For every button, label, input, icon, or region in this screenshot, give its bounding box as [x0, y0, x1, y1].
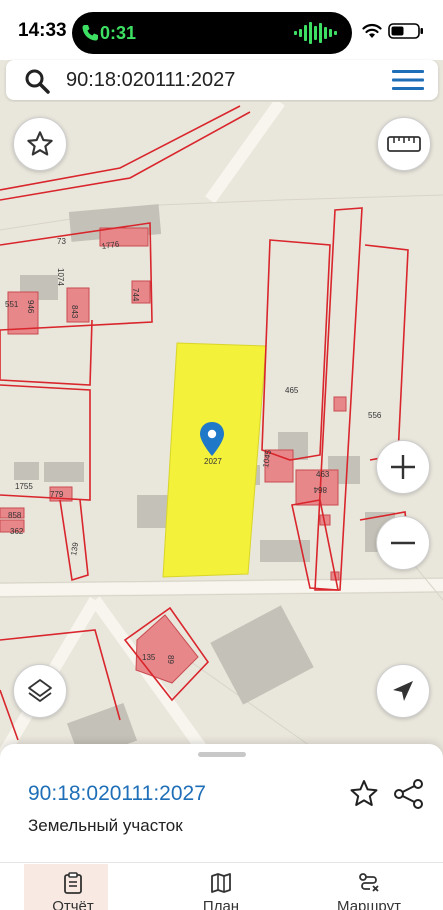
locate-button[interactable] [376, 664, 430, 718]
parcel-info-sheet[interactable]: 90:18:020111:2027 Земельный участок Отчё… [0, 744, 443, 910]
status-bar: 14:33 0:31 [0, 0, 443, 60]
wifi-icon [362, 23, 382, 38]
tab-report-label: Отчёт [52, 898, 94, 910]
plus-icon [391, 455, 415, 479]
status-time: 14:33 [18, 20, 67, 41]
search-icon[interactable] [24, 68, 50, 94]
svg-text:89: 89 [166, 655, 175, 664]
tab-plan[interactable]: План [166, 872, 276, 910]
bottom-tab-bar: Отчёт План Маршрут [0, 864, 443, 910]
svg-text:858: 858 [8, 511, 22, 520]
svg-text:779: 779 [50, 490, 64, 499]
svg-text:1074: 1074 [56, 268, 65, 286]
svg-text:556: 556 [368, 411, 382, 420]
selected-parcel-label: 2027 [204, 457, 222, 466]
svg-text:465: 465 [285, 386, 299, 395]
star-icon [27, 131, 53, 156]
tab-report[interactable]: Отчёт [18, 872, 128, 910]
search-input[interactable]: 90:18:020111:2027 [66, 69, 235, 92]
svg-text:551: 551 [5, 300, 19, 309]
favorite-map-button[interactable] [13, 117, 67, 171]
map-canvas[interactable]: 73 1776 1074 551 946 843 744 465 556 104… [0, 102, 443, 762]
ruler-button[interactable] [377, 117, 431, 171]
sheet-divider [0, 862, 443, 863]
zoom-in-button[interactable] [376, 440, 430, 494]
tab-plan-label: План [202, 898, 240, 910]
svg-text:463: 463 [316, 470, 330, 479]
svg-text:1755: 1755 [15, 482, 33, 491]
battery-icon [388, 23, 423, 39]
map-plan-icon [211, 873, 231, 893]
search-bar[interactable]: 90:18:020111:2027 [6, 60, 438, 100]
call-icon [82, 25, 98, 41]
object-type: Земельный участок [28, 816, 183, 835]
navigation-arrow-icon [393, 681, 413, 701]
svg-text:135: 135 [142, 653, 156, 662]
zoom-out-button[interactable] [376, 516, 430, 570]
svg-text:946: 946 [26, 300, 35, 314]
route-icon [359, 873, 379, 892]
layers-icon [28, 679, 52, 702]
dynamic-island[interactable]: 0:31 [72, 12, 352, 54]
svg-text:362: 362 [10, 527, 24, 536]
parcel-marker[interactable]: 2027 [200, 422, 224, 466]
cadastral-number: 90:18:020111:2027 [28, 782, 206, 805]
layers-button[interactable] [13, 664, 67, 718]
tab-route-label: Маршрут [337, 898, 401, 910]
minus-icon [391, 541, 415, 545]
sheet-grabber[interactable] [198, 752, 246, 757]
cadastral-map[interactable]: 73 1776 1074 551 946 843 744 465 556 104… [0, 102, 443, 762]
share-button[interactable] [393, 778, 425, 810]
svg-text:843: 843 [70, 305, 79, 319]
call-duration: 0:31 [100, 23, 137, 43]
hamburger-menu-icon[interactable] [392, 68, 424, 92]
svg-text:73: 73 [57, 237, 66, 246]
waveform-icon [294, 22, 337, 44]
favorite-parcel-button[interactable] [348, 778, 380, 810]
svg-text:864: 864 [313, 485, 327, 494]
tab-route[interactable]: Маршрут [314, 872, 424, 910]
svg-text:744: 744 [131, 288, 140, 302]
report-icon [64, 872, 82, 894]
ruler-icon [387, 136, 421, 152]
